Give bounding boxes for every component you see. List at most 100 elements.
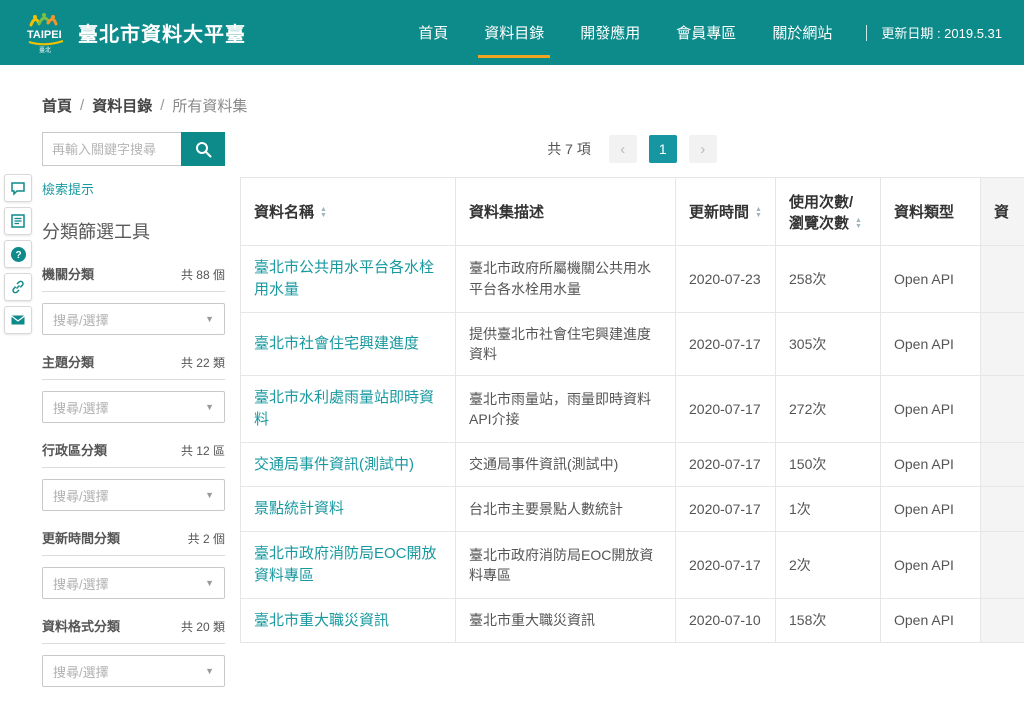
table-header-row: 資料名稱▲▼ 資料集描述 更新時間▲▼ 使用次數/瀏覽次數▲▼ 資料類型 [241,178,1024,246]
dataset-extra [981,598,1024,643]
results-total: 共 7 項 [547,139,591,159]
filter-label: 主題分類 [42,352,94,371]
dataset-type: Open API [881,246,981,313]
taipei-logo-icon: TAIPEI 臺北 [24,10,68,56]
dataset-link[interactable]: 臺北市公共用水平台各水栓用水量 [254,259,434,298]
nav-dev-apps[interactable]: 開發應用 [580,0,640,65]
chevron-down-icon: ▼ [205,666,214,676]
filter-group-format: 資料格式分類 共 20 類 搜尋/選擇 ▼ [42,616,225,687]
breadcrumb-home[interactable]: 首頁 [42,95,72,116]
chevron-down-icon: ▼ [205,578,214,588]
dataset-extra [981,442,1024,487]
datasets-table: 資料名稱▲▼ 資料集描述 更新時間▲▼ 使用次數/瀏覽次數▲▼ 資料類型 [240,177,1024,643]
district-select[interactable]: 搜尋/選擇 ▼ [42,479,225,511]
main-nav: 首頁 資料目錄 開發應用 會員專區 關於網站 [418,0,832,65]
dataset-type: Open API [881,442,981,487]
col-header-name[interactable]: 資料名稱▲▼ [241,178,456,246]
agency-select[interactable]: 搜尋/選擇 ▼ [42,303,225,335]
dataset-extra [981,487,1024,532]
svg-text:?: ? [15,250,21,261]
search-icon [195,141,212,158]
filter-count: 共 88 個 [181,266,225,283]
page-1-button[interactable]: 1 [649,135,677,163]
dataset-updated: 2020-07-17 [676,487,776,532]
format-select[interactable]: 搜尋/選擇 ▼ [42,655,225,687]
breadcrumb-separator: / [160,97,164,114]
chevron-down-icon: ▼ [205,314,214,324]
prev-page-button[interactable]: ‹ [609,135,637,163]
dataset-link[interactable]: 臺北市水利處雨量站即時資料 [254,389,434,428]
table-row: 交通局事件資訊(測試中) 交通局事件資訊(測試中) 2020-07-17 150… [241,442,1024,487]
dataset-description: 臺北市政府所屬機關公共用水平台各水栓用水量 [456,246,676,313]
col-header-updated[interactable]: 更新時間▲▼ [676,178,776,246]
table-row: 臺北市社會住宅興建進度 提供臺北市社會住宅興建進度資料 2020-07-17 3… [241,312,1024,376]
nav-member-area[interactable]: 會員專區 [676,0,736,65]
dataset-usage: 258次 [776,246,881,313]
dataset-updated: 2020-07-10 [676,598,776,643]
dataset-type: Open API [881,487,981,532]
nav-about[interactable]: 關於網站 [772,0,832,65]
dataset-extra [981,532,1024,599]
chevron-down-icon: ▼ [205,402,214,412]
dataset-link[interactable]: 交通局事件資訊(測試中) [254,456,414,473]
floating-side-toolbar: ? [4,174,32,334]
dataset-type: Open API [881,376,981,443]
search-input[interactable] [42,132,181,166]
filter-tools-title: 分類篩選工具 [42,218,225,244]
dataset-description: 臺北市雨量站，雨量即時資料API介接 [456,376,676,443]
pagination-bar: 共 7 項 ‹ 1 › [240,135,1024,163]
dataset-link[interactable]: 臺北市政府消防局EOC開放資料專區 [254,545,437,584]
chat-icon[interactable] [4,174,32,202]
filter-group-agency: 機關分類 共 88 個 搜尋/選擇 ▼ [42,264,225,335]
topic-select[interactable]: 搜尋/選擇 ▼ [42,391,225,423]
filter-group-district: 行政區分類 共 12 區 搜尋/選擇 ▼ [42,440,225,511]
dataset-type: Open API [881,532,981,599]
form-icon[interactable] [4,207,32,235]
sort-icon[interactable]: ▲▼ [855,218,862,230]
sort-icon[interactable]: ▲▼ [320,207,327,219]
filter-count: 共 22 類 [181,354,225,371]
dataset-extra [981,376,1024,443]
link-icon[interactable] [4,273,32,301]
filter-group-update-time: 更新時間分類 共 2 個 搜尋/選擇 ▼ [42,528,225,599]
nav-data-catalog[interactable]: 資料目錄 [484,0,544,65]
dataset-usage: 150次 [776,442,881,487]
sort-icon[interactable]: ▲▼ [755,207,762,219]
mail-icon[interactable] [4,306,32,334]
next-page-button[interactable]: › [689,135,717,163]
dataset-extra [981,312,1024,376]
search-hint-link[interactable]: 檢索提示 [42,179,94,198]
breadcrumb-catalog[interactable]: 資料目錄 [92,95,152,116]
filter-label: 機關分類 [42,264,94,283]
table-row: 臺北市公共用水平台各水栓用水量 臺北市政府所屬機關公共用水平台各水栓用水量 20… [241,246,1024,313]
filter-label: 更新時間分類 [42,528,120,547]
svg-text:臺北: 臺北 [39,46,51,54]
dataset-link[interactable]: 景點統計資料 [254,500,344,517]
dataset-link[interactable]: 臺北市重大職災資訊 [254,612,389,629]
site-logo[interactable]: TAIPEI 臺北 臺北市資料大平臺 [24,10,246,56]
dataset-description: 台北市主要景點人數統計 [456,487,676,532]
dataset-usage: 158次 [776,598,881,643]
table-row: 臺北市重大職災資訊 臺北市重大職災資訊 2020-07-10 158次 Open… [241,598,1024,643]
question-icon[interactable]: ? [4,240,32,268]
col-header-usage[interactable]: 使用次數/瀏覽次數▲▼ [776,178,881,246]
filter-count: 共 20 類 [181,618,225,635]
dataset-description: 臺北市政府消防局EOC開放資料專區 [456,532,676,599]
header-right: 更新日期 : 2019.5.31 [866,23,1002,42]
svg-text:TAIPEI: TAIPEI [27,29,62,41]
app-header: TAIPEI 臺北 臺北市資料大平臺 首頁 資料目錄 開發應用 會員專區 關於網… [0,0,1024,65]
dataset-usage: 2次 [776,532,881,599]
nav-home[interactable]: 首頁 [418,0,448,65]
chevron-down-icon: ▼ [205,490,214,500]
search-button[interactable] [181,132,225,166]
dataset-extra [981,246,1024,313]
update-time-select[interactable]: 搜尋/選擇 ▼ [42,567,225,599]
keyword-search [42,132,225,166]
breadcrumb-current: 所有資料集 [172,95,247,116]
dataset-description: 臺北市重大職災資訊 [456,598,676,643]
dataset-link[interactable]: 臺北市社會住宅興建進度 [254,335,419,352]
results-main: 共 7 項 ‹ 1 › 資料名稱▲▼ 資料集描述 [240,132,1024,643]
site-title: 臺北市資料大平臺 [78,18,246,47]
dataset-usage: 272次 [776,376,881,443]
filter-label: 行政區分類 [42,440,107,459]
